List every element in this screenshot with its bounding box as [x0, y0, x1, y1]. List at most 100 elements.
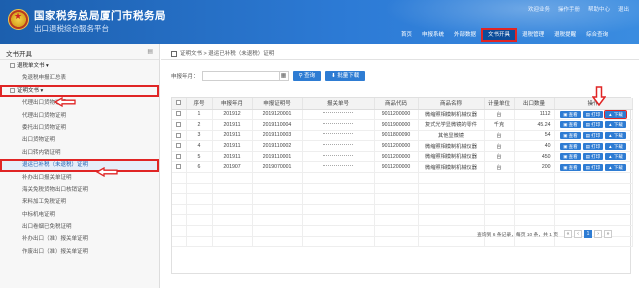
row-checkbox-cell [172, 140, 187, 152]
view-button[interactable]: ▣ 查看 [560, 163, 581, 171]
download-button[interactable]: ▲ 下载 [605, 131, 626, 139]
print-button[interactable]: ▤ 打印 [582, 142, 604, 150]
top-link[interactable]: 操作手册 [558, 5, 580, 13]
sidebar-item[interactable]: 出口转内销证明 [0, 147, 159, 159]
sidebar-item[interactable]: 出口卷烟已免税证明 [0, 221, 159, 233]
cell-customs-no [302, 130, 375, 142]
column-header: 序号 [186, 98, 213, 110]
calendar-icon[interactable]: ▦ [279, 71, 289, 81]
sidebar-item[interactable]: 代理出口货物证明 [0, 97, 159, 109]
row-checkbox[interactable] [176, 153, 182, 159]
print-button[interactable]: ▤ 打印 [582, 110, 604, 118]
page-button[interactable]: 1 [584, 230, 593, 238]
empty-cell [554, 193, 633, 205]
empty-cell [186, 193, 213, 205]
cell-month: 201911 [212, 119, 253, 131]
cell-unit: 台 [484, 130, 515, 142]
page-button[interactable]: » [604, 230, 613, 238]
download-button[interactable]: ▲ 下载 [605, 142, 626, 150]
op-label: 打印 [591, 132, 601, 138]
top-link[interactable]: 退出 [618, 5, 629, 13]
empty-cell [418, 225, 485, 237]
page-button[interactable]: › [594, 230, 603, 238]
nav-tab[interactable]: 退税管理 [517, 28, 549, 42]
download-button[interactable]: ▲ 下载 [604, 109, 627, 119]
nav-tab[interactable]: 文书开具 [481, 28, 518, 42]
nav-tab[interactable]: 综合查询 [581, 28, 613, 42]
nav-tab[interactable]: 申报系统 [417, 28, 449, 42]
nav-tab[interactable]: 首页 [396, 28, 417, 42]
nav-tab[interactable]: 退税提醒 [549, 28, 581, 42]
sidebar-item[interactable]: 海关免税货物出口核销证明 [0, 184, 159, 196]
sidebar-item-label: 退运已补税（未退税）证明 [22, 162, 89, 169]
row-checkbox[interactable] [176, 122, 182, 128]
sidebar-title: 文书开具 [6, 51, 32, 58]
empty-cell [514, 204, 555, 216]
cell-customs-no [302, 140, 375, 152]
column-header [172, 98, 187, 110]
download-button[interactable]: ▲ 下载 [605, 153, 626, 161]
batch-download-button[interactable]: ⬇ 批量下载 [325, 71, 366, 81]
row-checkbox-cell [172, 161, 187, 174]
top-link[interactable]: 欢迎业务 [528, 5, 550, 13]
query-button[interactable]: ⚲ 查询 [292, 71, 322, 81]
page-button[interactable]: ‹ [574, 230, 583, 238]
cell-name: 复式光学显微镜的零件 [418, 119, 485, 131]
sidebar-item[interactable]: 出口货物证明 [0, 134, 159, 146]
sidebar-item[interactable]: 证明文书 ▾ [0, 84, 159, 98]
sidebar-item[interactable]: 委托出口货物证明 [0, 122, 159, 134]
download-button[interactable]: ▲ 下载 [605, 163, 626, 171]
empty-cell [186, 204, 213, 216]
nav-tab[interactable]: 外部数据 [449, 28, 481, 42]
cell-name: 微缩照相模制机械仪器 [418, 109, 485, 121]
row-checkbox-cell [172, 130, 187, 142]
empty-cell [418, 214, 485, 227]
sidebar-item[interactable]: 退运已补税（未退税）证明 [0, 159, 159, 172]
cell-unit: 千克 [484, 119, 515, 131]
sidebar-settings-icon[interactable]: ▤ [147, 48, 153, 55]
sidebar-item[interactable]: 代理出口货物证明 [0, 110, 159, 122]
page-button[interactable]: « [564, 230, 573, 238]
cell-seq: 1 [186, 109, 213, 121]
row-checkbox[interactable] [176, 111, 182, 117]
top-link[interactable]: 帮助中心 [588, 5, 610, 13]
op-label: 打印 [591, 154, 601, 160]
sidebar-item[interactable]: 免退税申报汇总表 [0, 72, 159, 84]
row-checkbox[interactable] [176, 143, 182, 149]
empty-cell [374, 183, 419, 195]
cell-seq: 2 [186, 119, 213, 131]
view-button[interactable]: ▣ 查看 [560, 121, 581, 129]
view-button[interactable]: ▣ 查看 [560, 153, 581, 161]
row-checkbox[interactable] [176, 164, 182, 170]
print-button[interactable]: ▤ 打印 [582, 163, 604, 171]
sidebar-item[interactable]: 补办出口报关单证明 [0, 172, 159, 184]
cell-customs-no [302, 161, 375, 174]
sidebar-item[interactable]: 补办出口（准）报关单证明 [0, 233, 159, 245]
site-title: 国家税务总局厦门市税务局 [34, 10, 166, 22]
sidebar-item[interactable]: 退税单文书 ▾ [0, 60, 159, 72]
view-button[interactable]: ▣ 查看 [560, 110, 581, 118]
empty-cell [302, 225, 375, 237]
view-button[interactable]: ▣ 查看 [560, 131, 581, 139]
print-button[interactable]: ▤ 打印 [582, 131, 604, 139]
row-checkbox[interactable] [176, 132, 182, 138]
sidebar-item-label: 出口货物证明 [22, 137, 56, 144]
sidebar-item[interactable]: 来料加工免税证明 [0, 196, 159, 208]
cell-ops: ▣ 查看 ▤ 打印 ▲ 下载 [554, 140, 633, 152]
empty-cell [252, 172, 303, 184]
empty-cell [374, 204, 419, 216]
breadcrumb-text: 证明文书 > 退运已补税（未退税）证明 [180, 51, 275, 57]
print-button[interactable]: ▤ 打印 [582, 153, 604, 161]
result-table: 序号 申报年月 申报证明号 报关单号 商品代码 商品名称 计量单位 出口数量 操作 1 20191… [171, 97, 633, 274]
redacted-mark [323, 112, 353, 115]
download-button[interactable]: ▲ 下载 [605, 121, 626, 129]
sidebar-item[interactable]: 作废出口（准）报关单证明 [0, 246, 159, 258]
sidebar-item[interactable]: 中标机电证明 [0, 209, 159, 221]
view-button[interactable]: ▣ 查看 [560, 142, 581, 150]
empty-cell [212, 225, 253, 237]
print-button[interactable]: ▤ 打印 [582, 121, 604, 129]
pagination-buttons: «‹ 1 ›» [564, 230, 613, 238]
select-all-checkbox[interactable] [176, 100, 182, 106]
declare-month-input[interactable] [201, 71, 280, 81]
sidebar-item-label: 免退税申报汇总表 [22, 75, 67, 82]
